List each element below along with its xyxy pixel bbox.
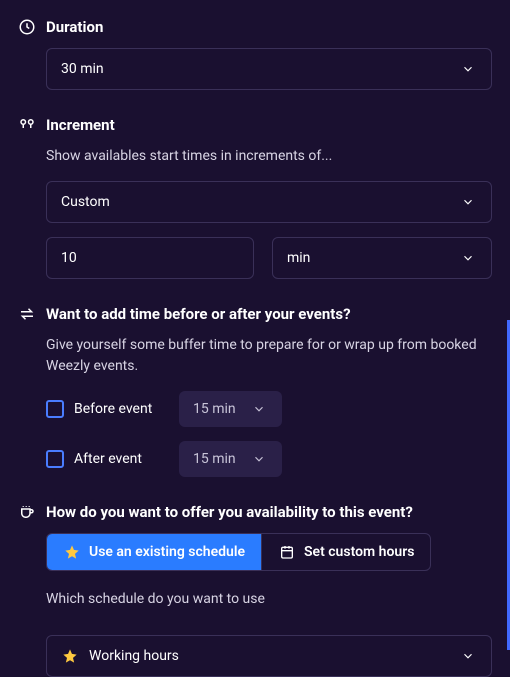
duration-selected: 30 min	[61, 61, 104, 77]
which-schedule-label: Which schedule do you want to use	[46, 591, 492, 607]
after-event-value: 15 min	[193, 451, 236, 467]
before-event-checkbox-wrap[interactable]: Before event	[46, 400, 161, 418]
availability-header: How do you want to offer you availabilit…	[18, 503, 492, 521]
buffer-label: Want to add time before or after your ev…	[46, 305, 351, 323]
after-event-checkbox-wrap[interactable]: After event	[46, 450, 161, 468]
before-event-row: Before event 15 min	[46, 391, 492, 427]
tab-existing-label: Use an existing schedule	[89, 544, 245, 560]
schedule-select[interactable]: Working hours	[46, 635, 492, 677]
sliders-icon	[18, 116, 36, 134]
availability-tabs: Use an existing schedule Set custom hour…	[46, 533, 431, 571]
swap-arrows-icon	[18, 305, 36, 323]
before-event-checkbox[interactable]	[46, 400, 64, 418]
increment-type-select[interactable]: Custom	[46, 181, 492, 223]
duration-section: Duration 30 min	[18, 18, 492, 90]
tab-custom-hours[interactable]: Set custom hours	[262, 534, 430, 570]
increment-label: Increment	[46, 116, 115, 134]
chevron-down-icon	[459, 60, 477, 78]
tab-existing-schedule[interactable]: Use an existing schedule	[47, 534, 261, 570]
increment-unit-select[interactable]: min	[272, 237, 492, 279]
chevron-down-icon	[459, 193, 477, 211]
before-event-value: 15 min	[193, 401, 236, 417]
schedule-selected: Working hours	[89, 648, 179, 664]
increment-value-input[interactable]	[46, 237, 254, 279]
chevron-down-icon	[250, 450, 268, 468]
chevron-down-icon	[459, 647, 477, 665]
increment-header: Increment	[18, 116, 492, 134]
star-icon	[61, 647, 79, 665]
after-event-label: After event	[74, 451, 142, 467]
availability-label: How do you want to offer you availabilit…	[46, 503, 413, 521]
clock-icon	[18, 18, 36, 36]
tab-custom-label: Set custom hours	[304, 544, 414, 560]
buffer-subtext: Give yourself some buffer time to prepar…	[46, 335, 492, 377]
increment-section: Increment Show availables start times in…	[18, 116, 492, 279]
before-event-duration-select[interactable]: 15 min	[179, 391, 282, 427]
after-event-row: After event 15 min	[46, 441, 492, 477]
calendar-icon	[278, 543, 296, 561]
chevron-down-icon	[459, 249, 477, 267]
before-event-label: Before event	[74, 401, 152, 417]
duration-select[interactable]: 30 min	[46, 48, 492, 90]
increment-subtext: Show availables start times in increment…	[46, 146, 492, 167]
increment-unit-selected: min	[287, 250, 310, 266]
buffer-section: Want to add time before or after your ev…	[18, 305, 492, 477]
duration-label: Duration	[46, 18, 103, 36]
after-event-checkbox[interactable]	[46, 450, 64, 468]
increment-type-selected: Custom	[61, 194, 110, 210]
chevron-down-icon	[250, 400, 268, 418]
buffer-header: Want to add time before or after your ev…	[18, 305, 492, 323]
after-event-duration-select[interactable]: 15 min	[179, 441, 282, 477]
star-icon	[63, 543, 81, 561]
duration-header: Duration	[18, 18, 492, 36]
cup-icon	[18, 503, 36, 521]
availability-section: How do you want to offer you availabilit…	[18, 503, 492, 677]
